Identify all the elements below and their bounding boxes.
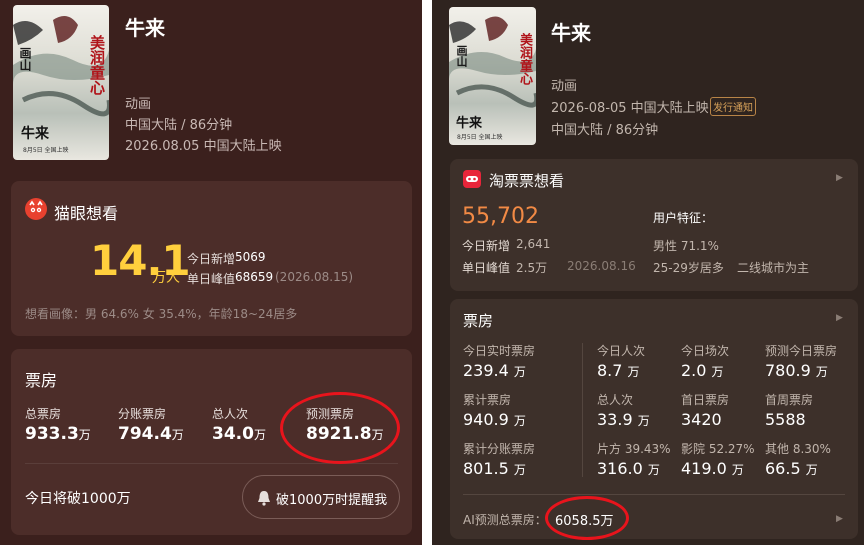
movie-title: 牛来: [125, 16, 165, 40]
stat-value: 3420: [681, 410, 722, 429]
taopiaopiao-panel: 美润童心 画山 牛来 8月5日 全国上映 牛来 动画 2026-08-05 中国…: [432, 0, 864, 545]
want-peak-value: 2.5万: [516, 261, 548, 275]
stat-value: 8.7 万: [597, 361, 640, 380]
milestone-text: 今日将破1000万: [25, 491, 131, 507]
stat-value: 801.5 万: [463, 459, 526, 478]
want-today-value: 2,641: [516, 237, 551, 251]
poster-footer: 8月5日 全国上映: [23, 147, 69, 154]
stat-value: 419.0 万: [681, 459, 744, 478]
movie-genre: 动画: [551, 79, 578, 94]
ai-forecast-label: AI预测总票房：: [463, 513, 547, 527]
stat-label: 总人次: [212, 407, 249, 421]
want-peak-value: 68659: [235, 270, 274, 284]
movie-release-date: 2026.08.05 中国大陆上映: [125, 139, 282, 154]
stat-value: 34.0万: [212, 424, 266, 444]
stat-value: 5588: [765, 410, 806, 429]
stat-label: 今日场次: [681, 344, 730, 358]
stat-value: 794.4万: [118, 424, 184, 444]
poster-name: 牛来: [456, 116, 483, 131]
stat-label: 分账票房: [118, 407, 167, 421]
want-count-unit: 万人: [152, 270, 180, 286]
user-age: 25-29岁居多: [653, 261, 724, 275]
stat-label: 累计票房: [463, 393, 512, 407]
want-peak-date: 2026.08.16: [567, 259, 636, 273]
movie-genre: 动画: [125, 97, 152, 112]
stat-label: 累计分账票房: [463, 442, 536, 456]
poster-name: 牛来: [21, 126, 49, 142]
bell-icon: [257, 490, 271, 506]
chevron-right-icon[interactable]: ▶: [836, 313, 843, 323]
movie-title: 牛来: [551, 21, 591, 45]
box-office-title: 票房: [463, 312, 494, 330]
remind-button-label: 破1000万时提醒我: [276, 493, 388, 508]
stat-label: 首周票房: [765, 393, 814, 407]
stat-label: 影院 52.27%: [681, 442, 755, 456]
want-today-label: 今日新增: [187, 252, 236, 266]
user-feature-title: 用户特征：: [653, 211, 714, 225]
stat-value: 239.4 万: [463, 361, 526, 380]
want-brand-label: 猫眼想看: [54, 204, 119, 223]
movie-region-duration: 中国大陆 / 86分钟: [125, 118, 233, 133]
stat-value: 780.9 万: [765, 361, 828, 380]
want-peak-label: 单日峰值: [187, 272, 236, 286]
chevron-right-icon[interactable]: ▶: [836, 514, 843, 524]
want-today-label: 今日新增: [462, 239, 511, 253]
poster-side-text: 画山: [18, 47, 32, 71]
stat-label: 总人次: [597, 393, 634, 407]
want-card: 猫眼想看 14.1 万人 今日新增 5069 单日峰值 68659 (2026.…: [11, 181, 412, 336]
stat-label: 预测今日票房: [765, 344, 838, 358]
maoyan-panel: 美润童心 画山 牛来 8月5日 全国上映 牛来 动画 中国大陆 / 86分钟 2…: [0, 0, 422, 545]
column-divider: [582, 343, 583, 477]
movie-poster[interactable]: 美润童心 画山 牛来 8月5日 全国上映: [449, 7, 536, 145]
highlight-circle: [545, 496, 629, 540]
stat-label: 今日人次: [597, 344, 646, 358]
want-portrait: 想看画像：男 64.6% 女 35.4%，年龄18~24居多: [25, 307, 298, 321]
want-peak-date: (2026.08.15): [275, 270, 354, 284]
box-office-card: 票房 ▶ 今日实时票房 239.4 万 今日人次 8.7 万 今日场次 2.0 …: [450, 299, 858, 539]
user-gender: 男性 71.1%: [653, 239, 719, 253]
stat-value: 66.5 万: [765, 459, 818, 478]
taopiaopiao-logo-icon: [463, 170, 481, 188]
box-office-title: 票房: [25, 371, 58, 390]
movie-region-duration: 中国大陆 / 86分钟: [551, 123, 659, 138]
stat-value: 2.0 万: [681, 361, 724, 380]
stat-value: 316.0 万: [597, 459, 660, 478]
poster-side-text: 画山: [455, 45, 468, 67]
stat-label: 总票房: [25, 407, 62, 421]
want-peak-label: 单日峰值: [462, 261, 511, 275]
poster-footer: 8月5日 全国上映: [457, 134, 503, 141]
poster-main-text: 美润童心: [517, 33, 532, 85]
poster-main-text: 美润童心: [88, 35, 106, 95]
release-notice-badge[interactable]: 发行通知: [710, 97, 756, 116]
maoyan-logo-icon: [25, 198, 47, 220]
remind-button[interactable]: 破1000万时提醒我: [242, 475, 400, 519]
stat-label: 片方 39.43%: [597, 442, 671, 456]
divider: [463, 494, 845, 495]
stat-value: 933.3万: [25, 424, 91, 444]
want-brand-label: 淘票票想看: [489, 172, 565, 190]
want-today-value: 5069: [235, 250, 266, 264]
stat-value: 940.9 万: [463, 410, 526, 429]
want-count: 55,702: [462, 204, 539, 229]
stat-label: 其他 8.30%: [765, 442, 831, 456]
highlight-circle: [280, 392, 400, 464]
stat-value: 33.9 万: [597, 410, 650, 429]
chevron-right-icon: ▶: [836, 173, 843, 183]
movie-poster[interactable]: 美润童心 画山 牛来 8月5日 全国上映: [13, 5, 109, 160]
stat-label: 首日票房: [681, 393, 730, 407]
movie-release-date: 2026-08-05 中国大陆上映: [551, 101, 709, 116]
stat-label: 今日实时票房: [463, 344, 536, 358]
want-card[interactable]: 淘票票想看 ▶ 55,702 今日新增 2,641 单日峰值 2.5万 2026…: [450, 159, 858, 291]
user-city: 二线城市为主: [737, 261, 810, 275]
